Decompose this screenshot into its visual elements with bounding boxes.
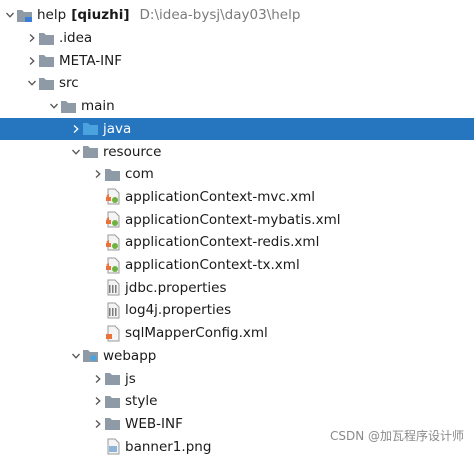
tree-node-label: js	[125, 370, 136, 387]
tree-node-label: applicationContext-redis.xml	[125, 234, 320, 251]
tree-node-sqlmapperconfig-xml[interactable]: sqlMapperConfig.xml	[0, 322, 474, 345]
tree-node-resource[interactable]: resource	[0, 140, 474, 163]
tree-node-label: style	[125, 393, 158, 410]
tree-node-jdbc-properties[interactable]: jdbc.properties	[0, 276, 474, 299]
tree-node-label: java	[103, 120, 132, 137]
tree-node-idea[interactable]: .idea	[0, 27, 474, 50]
tree-node-label: banner1.png	[125, 438, 212, 455]
tree-node-main[interactable]: main	[0, 95, 474, 118]
spring-xml-icon	[104, 211, 121, 229]
tree-node-label: webapp	[103, 347, 157, 364]
expand-arrow-down-icon[interactable]	[70, 345, 82, 367]
spring-xml-icon	[104, 256, 121, 274]
tree-node-style[interactable]: style	[0, 390, 474, 413]
web-folder-icon	[82, 347, 99, 365]
folder-icon	[104, 392, 121, 410]
tree-node-java[interactable]: java	[0, 117, 474, 141]
tree-node-label: resource	[103, 143, 162, 160]
tree-node-label: src	[59, 75, 79, 92]
tree-node-label: .idea	[59, 30, 93, 47]
tree-node-src[interactable]: src	[0, 72, 474, 95]
folder-icon	[38, 74, 55, 92]
tree-node-applicationcontext-redis-xml[interactable]: applicationContext-redis.xml	[0, 231, 474, 254]
folder-icon	[104, 370, 121, 388]
tree-node-applicationcontext-mvc-xml[interactable]: applicationContext-mvc.xml	[0, 186, 474, 209]
collapse-arrow-right-icon[interactable]	[92, 368, 104, 390]
tree-node-log4j-properties[interactable]: log4j.properties	[0, 299, 474, 322]
expand-arrow-down-icon[interactable]	[48, 95, 60, 117]
source-folder-icon	[82, 120, 99, 138]
tree-node-js[interactable]: js	[0, 367, 474, 390]
collapse-arrow-right-icon[interactable]	[92, 163, 104, 185]
folder-icon	[38, 29, 55, 47]
spring-xml-icon	[104, 188, 121, 206]
image-file-icon	[104, 438, 121, 456]
tree-node-label: META-INF	[59, 52, 123, 69]
tree-node-label: log4j.properties	[125, 302, 232, 319]
collapse-arrow-right-icon[interactable]	[70, 118, 82, 140]
tree-node-meta-inf[interactable]: META-INF	[0, 49, 474, 72]
collapse-arrow-right-icon[interactable]	[26, 50, 38, 72]
tree-node-label: applicationContext-mybatis.xml	[125, 211, 341, 228]
properties-file-icon	[104, 301, 121, 319]
tree-node-label: help	[37, 7, 67, 24]
folder-icon	[104, 165, 121, 183]
collapse-arrow-right-icon[interactable]	[26, 27, 38, 49]
folder-icon	[104, 415, 121, 433]
tree-node-label: com	[125, 166, 154, 183]
tree-node-webapp[interactable]: webapp	[0, 345, 474, 368]
project-path: D:\idea-bysj\day03\help	[139, 7, 301, 24]
spring-xml-icon	[104, 233, 121, 251]
tree-node-help[interactable]: help [qiuzhi] D:\idea-bysj\day03\help	[0, 4, 474, 27]
module-folder-icon	[16, 6, 33, 24]
tree-node-applicationcontext-mybatis-xml[interactable]: applicationContext-mybatis.xml	[0, 208, 474, 231]
folder-icon	[60, 97, 77, 115]
tree-node-label: WEB-INF	[125, 415, 183, 432]
tree-node-label: applicationContext-mvc.xml	[125, 188, 315, 205]
module-name: [qiuzhi]	[71, 7, 130, 24]
expand-arrow-down-icon[interactable]	[4, 4, 16, 26]
tree-node-label: applicationContext-tx.xml	[125, 257, 300, 274]
tree-node-com[interactable]: com	[0, 163, 474, 186]
folder-icon	[82, 143, 99, 161]
collapse-arrow-right-icon[interactable]	[92, 413, 104, 435]
project-tree: help [qiuzhi] D:\idea-bysj\day03\help .idea…	[0, 0, 474, 455]
collapse-arrow-right-icon[interactable]	[92, 390, 104, 412]
tree-node-label: sqlMapperConfig.xml	[125, 325, 268, 342]
csdn-watermark: CSDN @加瓦程序设计师	[329, 429, 464, 443]
tree-node-label: main	[81, 98, 115, 115]
properties-file-icon	[104, 279, 121, 297]
expand-arrow-down-icon[interactable]	[70, 141, 82, 163]
expand-arrow-down-icon[interactable]	[26, 72, 38, 94]
folder-icon	[38, 52, 55, 70]
tree-node-applicationcontext-tx-xml[interactable]: applicationContext-tx.xml	[0, 254, 474, 277]
xml-file-icon	[104, 324, 121, 342]
tree-node-label: jdbc.properties	[125, 279, 227, 296]
